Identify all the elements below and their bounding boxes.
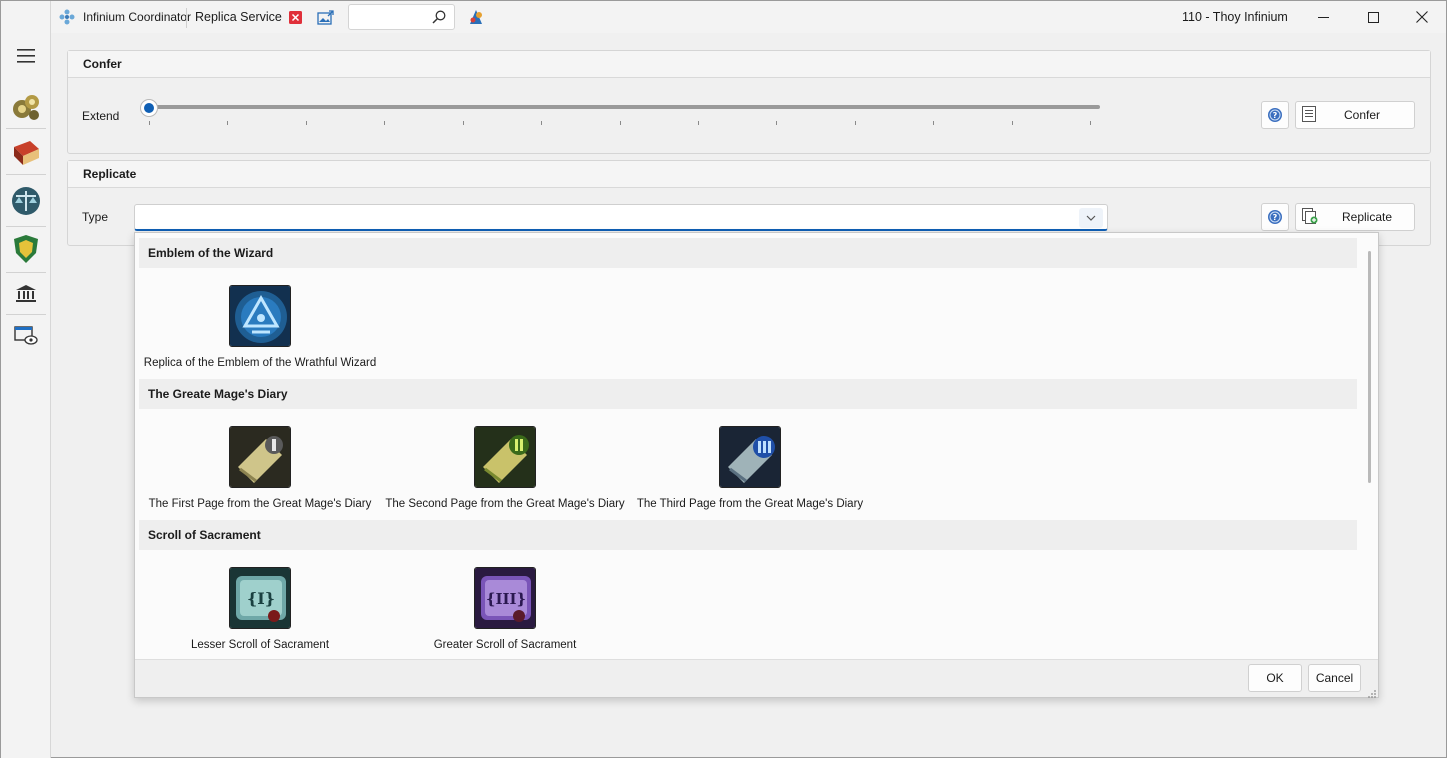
svg-text:?: ? bbox=[1273, 213, 1278, 222]
slider-tick bbox=[462, 121, 464, 125]
maximize-button[interactable] bbox=[1350, 1, 1396, 33]
app-window: Infinium Coordinator Replica Service 110… bbox=[0, 0, 1447, 758]
confer-help-button[interactable]: ? bbox=[1261, 101, 1289, 129]
confer-button-label: Confer bbox=[1344, 108, 1381, 122]
replicate-title: Replicate bbox=[68, 161, 1430, 188]
section-header-sacrament: Scroll of Sacrament bbox=[139, 520, 1357, 550]
book-icon[interactable] bbox=[6, 133, 46, 173]
svg-text:{I}: {I} bbox=[247, 589, 275, 608]
shield-icon[interactable] bbox=[6, 229, 46, 269]
extend-label: Extend bbox=[82, 109, 120, 123]
slider-tick bbox=[619, 121, 621, 125]
image-export-icon[interactable] bbox=[317, 1, 334, 33]
tab-replica-service[interactable]: Replica Service bbox=[195, 1, 282, 33]
slider-tick bbox=[697, 121, 699, 125]
scales-icon[interactable] bbox=[6, 181, 46, 221]
minimize-button[interactable] bbox=[1300, 1, 1346, 33]
type-dropdown-list: Emblem of the Wizard Replica of the Embl… bbox=[139, 237, 1361, 657]
section-header-emblem: Emblem of the Wizard bbox=[139, 238, 1357, 268]
slider-tick bbox=[1090, 121, 1091, 125]
slider-tick bbox=[776, 121, 778, 125]
document-list-icon bbox=[1302, 105, 1316, 125]
list-item-label: The Second Page from the Great Mage's Di… bbox=[385, 498, 625, 510]
slider-tick bbox=[227, 121, 229, 125]
list-item-greater-scroll[interactable]: {III} Greater Scroll of Sacrament bbox=[385, 567, 625, 651]
list-item-emblem[interactable]: Replica of the Emblem of the Wrathful Wi… bbox=[140, 285, 380, 369]
dropdown-footer: OK Cancel bbox=[135, 659, 1378, 698]
list-item-lesser-scroll[interactable]: {I} Lesser Scroll of Sacrament bbox=[140, 567, 380, 651]
cancel-button[interactable]: Cancel bbox=[1308, 664, 1361, 692]
list-item-label: The Third Page from the Great Mage's Dia… bbox=[636, 498, 864, 510]
section-header-diary: The Greate Mage's Diary bbox=[139, 379, 1357, 409]
slider-tick bbox=[149, 121, 150, 125]
type-combobox[interactable] bbox=[134, 204, 1108, 231]
search-icon[interactable] bbox=[432, 10, 446, 27]
confer-title: Confer bbox=[68, 51, 1430, 78]
slider-tick bbox=[541, 121, 543, 125]
close-tab-icon[interactable] bbox=[289, 1, 302, 33]
extend-slider-track[interactable] bbox=[149, 105, 1100, 109]
svg-text:{III}: {III} bbox=[486, 590, 526, 608]
list-item-label: Greater Scroll of Sacrament bbox=[433, 639, 577, 651]
slider-tick bbox=[1011, 121, 1013, 125]
list-item-first-page[interactable]: The First Page from the Great Mage's Dia… bbox=[140, 426, 380, 510]
emblem-icon bbox=[229, 285, 291, 347]
title-bar: Infinium Coordinator Replica Service 110… bbox=[51, 1, 1446, 33]
paint-icon[interactable] bbox=[467, 1, 485, 33]
slider-tick bbox=[305, 121, 307, 125]
list-item-label: The First Page from the Great Mage's Dia… bbox=[148, 498, 372, 510]
replicate-button-label: Replicate bbox=[1342, 210, 1393, 224]
type-label: Type bbox=[82, 210, 109, 224]
resize-grip-icon[interactable] bbox=[1368, 687, 1376, 698]
replicate-help-button[interactable]: ? bbox=[1261, 203, 1289, 231]
app-title: Infinium Coordinator bbox=[83, 10, 192, 24]
list-item-third-page[interactable]: The Third Page from the Great Mage's Dia… bbox=[630, 426, 870, 510]
replicate-button[interactable]: Replicate bbox=[1295, 203, 1415, 231]
list-item-label: Replica of the Emblem of the Wrathful Wi… bbox=[143, 357, 377, 369]
app-logo-icon bbox=[59, 1, 75, 33]
confer-group: Confer bbox=[67, 50, 1431, 154]
scroll-ii-icon bbox=[474, 426, 536, 488]
list-item-second-page[interactable]: The Second Page from the Great Mage's Di… bbox=[385, 426, 625, 510]
slider-tick bbox=[854, 121, 856, 125]
type-dropdown-popup: Emblem of the Wizard Replica of the Embl… bbox=[134, 232, 1379, 698]
slider-tick bbox=[384, 121, 386, 125]
greater-scroll-icon: {III} bbox=[474, 567, 536, 629]
gears-icon[interactable] bbox=[6, 87, 46, 127]
slider-tick bbox=[933, 121, 935, 125]
sidebar bbox=[1, 1, 51, 758]
dropdown-scrollbar[interactable] bbox=[1368, 251, 1371, 483]
lesser-scroll-icon: {I} bbox=[229, 567, 291, 629]
scroll-iii-icon bbox=[719, 426, 781, 488]
confer-button[interactable]: Confer bbox=[1295, 101, 1415, 129]
chevron-down-icon[interactable] bbox=[1079, 208, 1103, 228]
search-input[interactable] bbox=[348, 4, 455, 30]
copy-add-icon bbox=[1302, 207, 1318, 227]
list-item-label: Lesser Scroll of Sacrament bbox=[190, 639, 330, 651]
ok-button[interactable]: OK bbox=[1248, 664, 1302, 692]
close-window-button[interactable] bbox=[1399, 1, 1445, 33]
svg-text:?: ? bbox=[1273, 111, 1278, 120]
extend-slider-thumb[interactable] bbox=[140, 99, 158, 117]
scroll-i-icon bbox=[229, 426, 291, 488]
bank-icon[interactable] bbox=[6, 274, 46, 314]
window-eye-icon[interactable] bbox=[6, 315, 46, 355]
window-title: 110 - Thoy Infinium bbox=[1182, 10, 1288, 24]
menu-icon[interactable] bbox=[6, 36, 46, 76]
